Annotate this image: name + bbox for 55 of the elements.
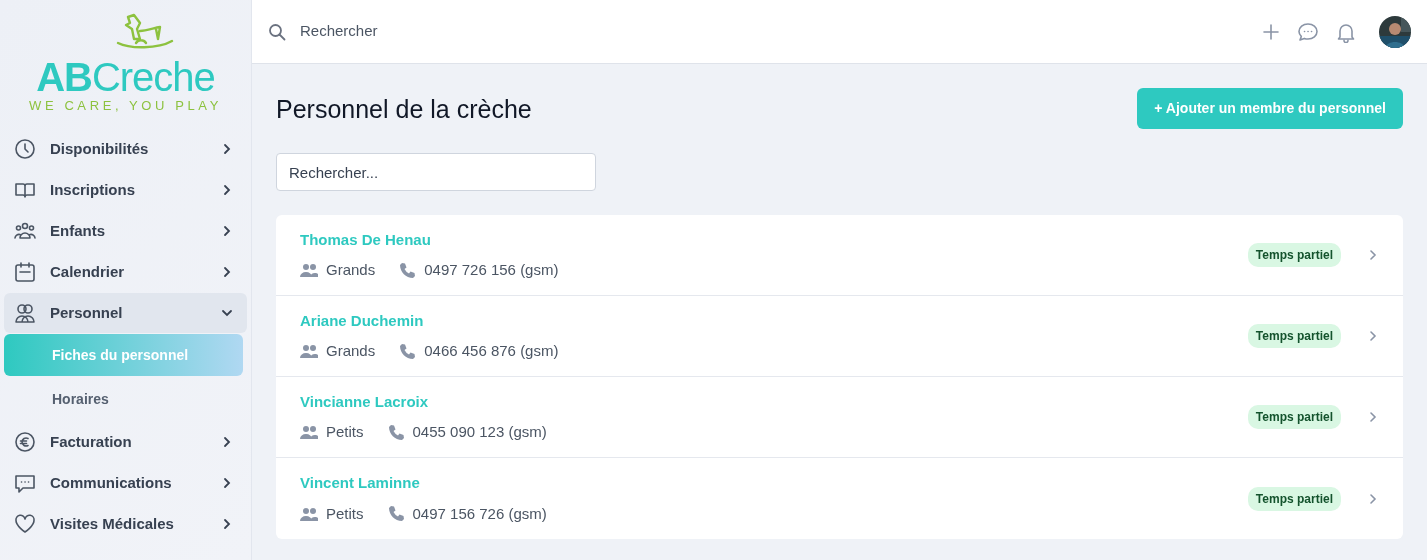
phone-number: 0497 156 726 (gsm) [412,503,547,524]
sidebar-item[interactable]: Calendrier [4,252,247,292]
chevron-right-icon [221,143,233,155]
users-icon [14,302,36,324]
chevron-right-icon [221,225,233,237]
phone-icon [387,505,405,523]
phone-icon [399,261,417,279]
chevron-right-icon[interactable] [1367,249,1379,261]
clock-icon [14,138,36,160]
group-label: Grands [326,260,376,280]
logo-tagline: WE CARE, YOU PLAY [29,99,222,112]
group-icon [300,263,318,278]
submenu-item[interactable]: Horaires [4,378,243,420]
logo-text: ABCreche [36,57,215,97]
plus-icon[interactable] [1261,21,1281,42]
sidebar-item[interactable]: Inscriptions [4,170,247,210]
group-icon [300,425,318,440]
sidebar-item[interactable]: Facturation [4,422,247,462]
phone-number: 0497 726 156 (gsm) [424,260,559,280]
euro-icon [14,431,36,453]
phone-number: 0466 456 876 (gsm) [424,341,559,361]
sidebar-item[interactable]: Communications [4,463,247,503]
chevron-right-icon[interactable] [1367,330,1379,342]
chevron-down-icon [221,307,233,319]
search-field[interactable]: Rechercher... [276,153,596,191]
sidebar-item[interactable]: Disponibilités [4,129,247,169]
chevron-right-icon [221,266,233,278]
group-icon [300,506,318,521]
chat-icon [14,472,36,494]
people-icon [14,220,36,242]
group-icon [300,344,318,359]
chevron-right-icon [221,518,233,530]
phone-icon [399,342,417,360]
calendar-icon [14,261,36,283]
phone-icon [387,423,405,441]
page-title: Personnel de la crèche [276,93,532,124]
group-label: Grands [326,341,376,361]
status-tag: Temps partiel [1247,486,1341,511]
chevron-right-icon [221,184,233,196]
chevron-right-icon [221,436,233,448]
chevron-right-icon[interactable] [1367,411,1379,423]
search-icon [268,22,286,41]
status-tag: Temps partiel [1247,324,1341,348]
group-label: Petits [326,503,364,524]
chevron-right-icon[interactable] [1367,492,1379,505]
chevron-right-icon [221,477,233,489]
sidebar-item[interactable]: Personnel [4,293,247,333]
group-label: Petits [326,422,364,442]
status-tag: Temps partiel [1247,243,1341,267]
sidebar-item[interactable]: Enfants [4,211,247,251]
phone-number: 0455 090 123 (gsm) [412,422,547,442]
status-tag: Temps partiel [1247,405,1341,429]
heart-icon [14,513,36,535]
chat-icon[interactable] [1297,20,1319,43]
sidebar-item[interactable]: Visites Médicales [4,504,247,544]
